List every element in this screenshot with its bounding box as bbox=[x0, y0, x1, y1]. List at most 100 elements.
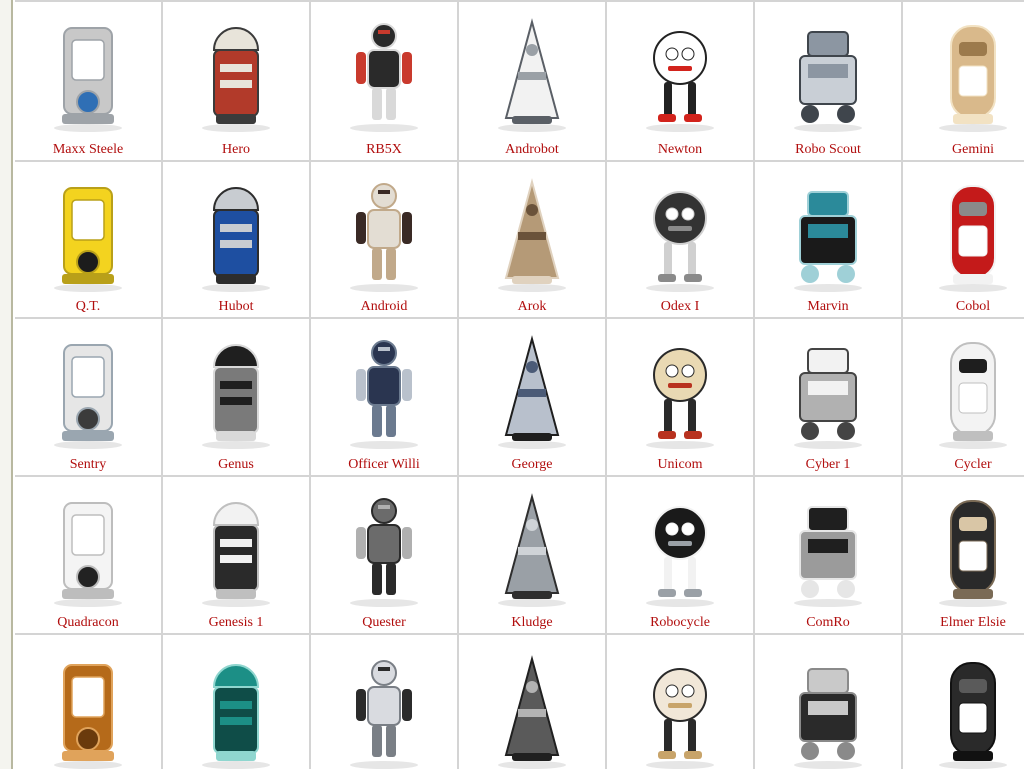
robot-name-label: Cyber 1 bbox=[805, 457, 851, 472]
robot-hubot-icon bbox=[202, 187, 270, 292]
robot-elmer-elsie-icon bbox=[939, 500, 1007, 607]
robot-tile[interactable]: Unicom bbox=[607, 319, 753, 475]
robot-tile[interactable]: ROBART bbox=[459, 635, 605, 769]
robot-tile[interactable]: Quadracon bbox=[15, 477, 161, 633]
robot-tile[interactable]: Genus bbox=[163, 319, 309, 475]
robot-name-label: Odex I bbox=[660, 299, 700, 314]
robot-henry-icon bbox=[794, 668, 862, 769]
robot-rp-iiiz-icon bbox=[646, 668, 714, 769]
robot-quadracon-icon bbox=[54, 502, 122, 607]
robot-robart-icon bbox=[498, 655, 566, 769]
robot-name-label: Officer Willi bbox=[348, 457, 420, 472]
robot-tile[interactable]: RB5X bbox=[311, 2, 457, 160]
robot-rb5x-icon bbox=[350, 23, 418, 132]
robot-tile[interactable]: Q.T. bbox=[15, 162, 161, 317]
robot-tile[interactable]: Arok bbox=[459, 162, 605, 317]
robot-tile[interactable]: Elmer Elsie bbox=[903, 477, 1024, 633]
robot-tile[interactable]: Quester bbox=[311, 477, 457, 633]
robot-hero-icon bbox=[202, 27, 270, 132]
robot-tile[interactable]: Newton bbox=[607, 2, 753, 160]
robot-name-label: Maxx Steele bbox=[52, 142, 124, 157]
robot-quester-icon bbox=[350, 498, 418, 607]
robot-qt-icon bbox=[54, 187, 122, 292]
robot-kludge-icon bbox=[498, 493, 566, 607]
robot-genus-icon bbox=[202, 344, 270, 449]
robot-name-label: Cobol bbox=[955, 299, 991, 314]
robot-name-label: Sentry bbox=[69, 457, 107, 472]
robot-tile[interactable]: Cyber 1 bbox=[755, 319, 901, 475]
robot-name-label: Robocycle bbox=[650, 615, 710, 630]
robot-name-label: Newton bbox=[657, 142, 703, 157]
robot-tile[interactable]: Robocycle bbox=[607, 477, 753, 633]
robot-maxx-steele-icon bbox=[54, 27, 122, 132]
robot-name-label: Genesis 1 bbox=[208, 615, 264, 630]
robot-tile[interactable]: Sentry bbox=[15, 319, 161, 475]
robot-name-label: Quadracon bbox=[57, 615, 119, 630]
robot-name-label: Arok bbox=[517, 299, 547, 314]
robot-name-label: Q.T. bbox=[75, 299, 101, 314]
robot-tile[interactable]: ComRo bbox=[755, 477, 901, 633]
robot-tile[interactable]: Maxx Steele bbox=[15, 2, 161, 160]
robot-tile[interactable]: Gemini bbox=[903, 2, 1024, 160]
robot-tile[interactable]: Genesis 1 bbox=[163, 477, 309, 633]
robot-comro-icon bbox=[794, 506, 862, 607]
robot-officer-willi-icon bbox=[350, 340, 418, 449]
robot-tile[interactable]: Hubot bbox=[163, 162, 309, 317]
robot-odex-i-icon bbox=[646, 191, 714, 292]
robot-name-label: Elmer Elsie bbox=[940, 615, 1006, 630]
robot-marvin-icon bbox=[794, 191, 862, 292]
robot-tile[interactable]: Odex I bbox=[607, 162, 753, 317]
robot-tile[interactable]: George bbox=[459, 319, 605, 475]
robot-tile[interactable]: Android bbox=[311, 162, 457, 317]
robot-tile[interactable]: Italy DustBot bbox=[163, 635, 309, 769]
robot-newton-icon bbox=[646, 31, 714, 132]
robot-name-label: Quester bbox=[362, 615, 406, 630]
robot-914-pc-bot-icon bbox=[350, 660, 418, 769]
robot-name-label: Unicom bbox=[657, 457, 703, 472]
robot-tile[interactable]: 914 PC-BOT bbox=[311, 635, 457, 769]
robot-android-icon bbox=[350, 183, 418, 292]
robot-nomad-icon bbox=[939, 662, 1007, 769]
left-frame-edge bbox=[0, 0, 13, 769]
robot-name-label: Hubot bbox=[218, 299, 254, 314]
robot-tile[interactable]: Officer Willi bbox=[311, 319, 457, 475]
robot-unicom-icon bbox=[646, 348, 714, 449]
robot-tile[interactable]: India bbox=[15, 635, 161, 769]
robot-george-icon bbox=[498, 335, 566, 449]
robot-tile[interactable]: Marvin bbox=[755, 162, 901, 317]
robot-italy-dustbot-icon bbox=[202, 664, 270, 769]
robot-name-label: Robo Scout bbox=[795, 142, 861, 157]
robot-robocycle-icon bbox=[646, 506, 714, 607]
robot-tile[interactable]: Kludge bbox=[459, 477, 605, 633]
robot-cyber-1-icon bbox=[794, 348, 862, 449]
robot-cobol-icon bbox=[939, 185, 1007, 292]
robot-name-label: Genus bbox=[218, 457, 254, 472]
robot-tile[interactable]: Robo Scout bbox=[755, 2, 901, 160]
robot-gemini-icon bbox=[939, 25, 1007, 132]
robot-name-label: Cycler bbox=[954, 457, 992, 472]
robot-tile[interactable]: Cobol bbox=[903, 162, 1024, 317]
robot-tile[interactable]: Hero bbox=[163, 2, 309, 160]
robot-name-label: Androbot bbox=[505, 142, 559, 157]
robot-tile[interactable]: RP-IIIZ bbox=[607, 635, 753, 769]
robot-gallery-page: Maxx Steele Hero RB5X Androbot Newton Robo Sc… bbox=[0, 0, 1024, 769]
robot-tile[interactable]: Androbot bbox=[459, 2, 605, 160]
robot-name-label: Android bbox=[360, 299, 408, 314]
robot-name-label: Hero bbox=[222, 142, 250, 157]
robot-name-label: Kludge bbox=[511, 615, 553, 630]
robot-name-label: George bbox=[511, 457, 553, 472]
robot-name-label: Marvin bbox=[807, 299, 849, 314]
robot-cycler-icon bbox=[939, 342, 1007, 449]
robot-tile[interactable]: Nomad bbox=[903, 635, 1024, 769]
robot-robo-scout-icon bbox=[794, 31, 862, 132]
robot-genesis-1-icon bbox=[202, 502, 270, 607]
robot-india-icon bbox=[54, 664, 122, 769]
robot-tile[interactable]: Cycler bbox=[903, 319, 1024, 475]
robot-androbot-icon bbox=[498, 18, 566, 132]
robot-tile[interactable]: H.E.N.R.Y. bbox=[755, 635, 901, 769]
robot-name-label: ComRo bbox=[806, 615, 850, 630]
robot-sentry-icon bbox=[54, 344, 122, 449]
robot-arok-icon bbox=[498, 178, 566, 292]
robot-name-label: RB5X bbox=[366, 142, 402, 157]
robot-grid: Maxx Steele Hero RB5X Androbot Newton Robo Sc… bbox=[15, 0, 1024, 769]
